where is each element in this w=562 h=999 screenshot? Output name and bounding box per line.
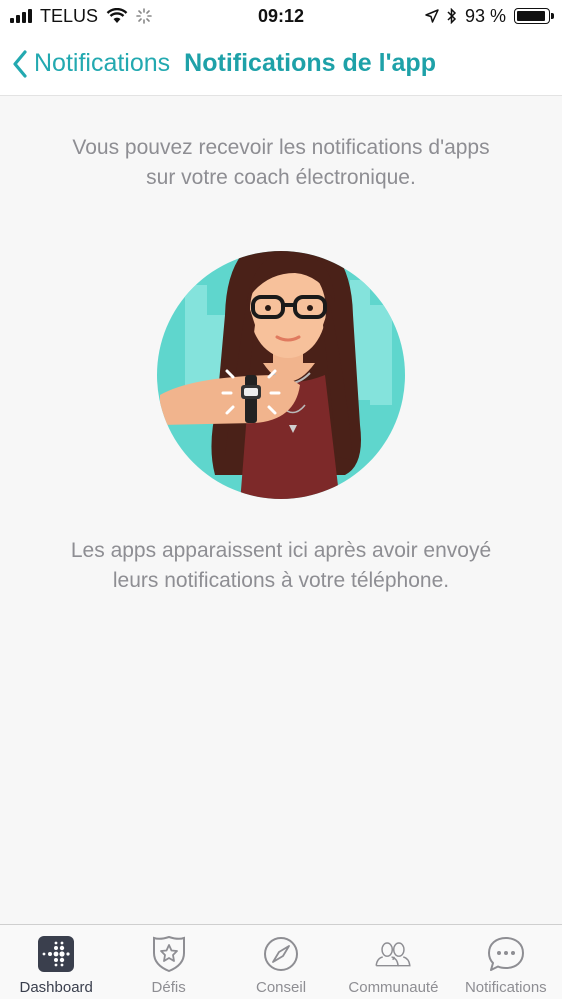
people-icon [374,935,412,973]
wifi-icon [106,8,128,23]
carrier-name: TELUS [40,5,99,26]
status-left: TELUS [10,6,152,27]
status-right: 93 % [425,5,554,27]
back-button[interactable]: Notifications [0,49,170,78]
star-shield-icon [150,935,188,973]
tab-dashboard[interactable]: Dashboard [0,925,112,999]
intro-line-2: sur votre coach électronique. [146,166,416,189]
chevron-left-icon [13,49,27,78]
tab-label: Dashboard [19,979,93,996]
tab-label: Défis [151,979,186,996]
battery-percent: 93 % [464,5,506,26]
page-title: Notifications de l'app [184,49,436,77]
tab-communaute[interactable]: Communauté [337,925,449,999]
empty-state-line-2: leurs notifications à votre téléphone. [112,569,450,592]
nav-header: Notifications Notifications de l'app [0,32,562,96]
tab-notifications[interactable]: Notifications [450,925,562,999]
tab-label: Notifications [464,979,547,996]
status-bar: TELUS 09:12 93 % [0,0,562,32]
tab-conseil[interactable]: Conseil [225,925,337,999]
intro-line-1: Vous pouvez recevoir les notifications d… [72,136,490,159]
tab-defis[interactable]: Défis [112,925,224,999]
loading-spinner-icon [136,8,152,24]
signal-strength-icon [10,9,32,23]
empty-state-text: Les apps apparaissent ici après avoir en… [0,536,562,596]
location-arrow-icon [425,9,439,23]
battery-icon [514,8,554,24]
empty-state-line-1: Les apps apparaissent ici après avoir en… [70,539,492,562]
bluetooth-icon [447,8,457,24]
chat-bubble-icon [487,935,525,973]
woman-with-watch-illustration [157,251,405,499]
battery-level-fill [517,11,545,21]
intro-text: Vous pouvez recevoir les notifications d… [0,133,562,193]
status-time: 09:12 [257,5,305,26]
compass-icon [262,935,300,973]
back-button-label: Notifications [34,49,171,77]
tab-label: Communauté [348,979,439,996]
tab-bar: Dashboard Défis Conseil Communauté Notif… [0,924,562,999]
dashboard-icon [37,935,75,973]
tab-label: Conseil [256,979,307,996]
